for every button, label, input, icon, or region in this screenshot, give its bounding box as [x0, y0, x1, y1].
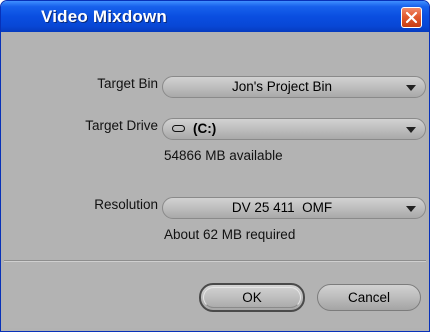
target-bin-value: Jon's Project Bin: [231, 79, 333, 94]
drive-icon: [172, 125, 185, 132]
resolution-label: Resolution: [94, 197, 158, 212]
close-icon: [405, 11, 418, 24]
chevron-down-icon: [406, 85, 416, 91]
chevron-down-icon: [406, 206, 416, 212]
ok-button-label: OK: [203, 287, 301, 308]
target-bin-label: Target Bin: [97, 76, 158, 91]
close-button[interactable]: [401, 7, 422, 28]
divider: [4, 261, 426, 262]
cancel-button[interactable]: Cancel: [317, 284, 421, 311]
required-space-text: About 62 MB required: [164, 227, 296, 242]
drive-available-text: 54866 MB available: [164, 148, 283, 163]
chevron-down-icon: [406, 127, 416, 133]
title-bar[interactable]: Video Mixdown: [1, 1, 429, 32]
resolution-dropdown[interactable]: DV 25 411 OMF: [162, 197, 426, 219]
ok-button[interactable]: OK: [199, 283, 305, 312]
target-bin-dropdown[interactable]: Jon's Project Bin: [162, 76, 426, 98]
target-drive-value: (C:): [193, 121, 217, 136]
video-mixdown-dialog: Video Mixdown Target Bin Jon's Project B…: [0, 0, 430, 332]
target-drive-dropdown[interactable]: (C:): [162, 118, 426, 140]
target-drive-label: Target Drive: [85, 118, 158, 133]
window-title: Video Mixdown: [41, 7, 168, 26]
resolution-value: DV 25 411 OMF: [231, 200, 333, 215]
